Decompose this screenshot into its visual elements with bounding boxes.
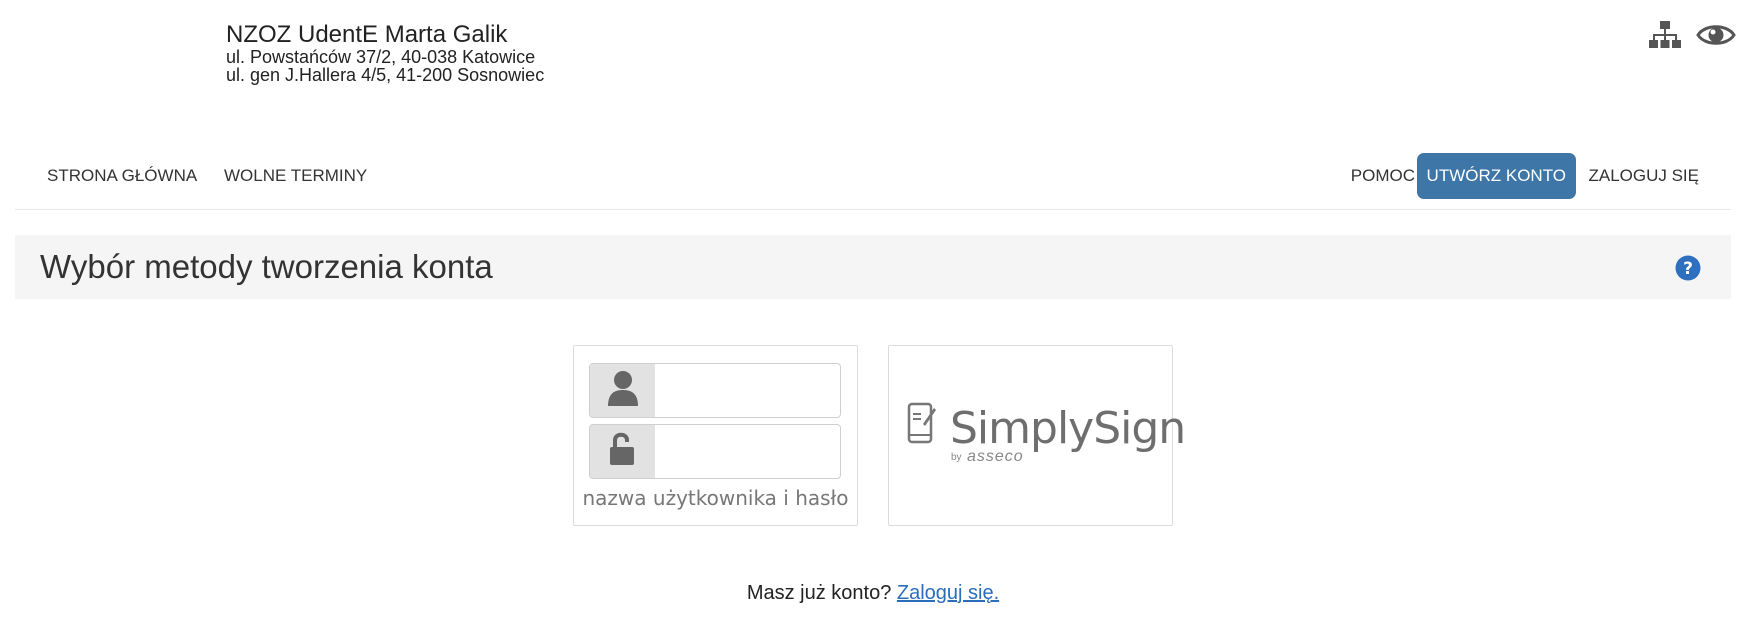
already-have-account: Masz już konto? Zaloguj się. xyxy=(0,582,1746,605)
simplysign-logo-text: SimplySign xyxy=(950,403,1186,454)
title-bar: Wybór metody tworzenia konta ? xyxy=(15,235,1731,299)
footer-login-link[interactable]: Zaloguj się. xyxy=(897,582,999,604)
method-simplysign[interactable]: SimplySign by asseco xyxy=(888,345,1186,526)
nav-login[interactable]: ZALOGUJ SIĘ xyxy=(1588,153,1699,199)
main-nav: STRONA GŁÓWNA WOLNE TERMINY POMOC UTWÓRZ… xyxy=(15,150,1731,210)
page-title: Wybór metody tworzenia konta xyxy=(40,248,493,285)
clinic-address-1: ul. Powstańców 37/2, 40-038 Katowice xyxy=(226,47,536,67)
password-field-illustration xyxy=(589,424,841,479)
unlock-icon xyxy=(608,431,638,472)
username-field-illustration xyxy=(589,363,841,418)
nav-help[interactable]: POMOC xyxy=(1351,153,1415,199)
footer-text: Masz już konto? xyxy=(746,582,892,604)
nav-create-account[interactable]: UTWÓRZ KONTO xyxy=(1416,153,1576,199)
sitemap-icon[interactable] xyxy=(1648,20,1682,50)
eye-icon[interactable] xyxy=(1696,21,1736,49)
simplysign-by: by xyxy=(951,452,962,463)
phone-signature-icon xyxy=(907,402,937,451)
top-icons xyxy=(1648,20,1736,50)
user-icon xyxy=(607,369,639,412)
clinic-address-2: ul. gen J.Hallera 4/5, 41-200 Sosnowiec xyxy=(226,65,545,85)
method-caption: nazwa użytkownika i hasło xyxy=(582,486,849,510)
method-username-password[interactable]: nazwa użytkownika i hasło xyxy=(573,345,858,526)
svg-text:?: ? xyxy=(1683,259,1693,279)
simplysign-brand: asseco xyxy=(967,448,1024,465)
clinic-name: NZOZ UdentE Marta Galik xyxy=(226,21,508,48)
clinic-header: NZOZ UdentE Marta Galik ul. Powstańców 3… xyxy=(226,21,545,85)
nav-free-slots[interactable]: WOLNE TERMINY xyxy=(224,153,367,199)
nav-home[interactable]: STRONA GŁÓWNA xyxy=(47,153,197,199)
question-circle-icon[interactable]: ? xyxy=(1675,255,1701,286)
